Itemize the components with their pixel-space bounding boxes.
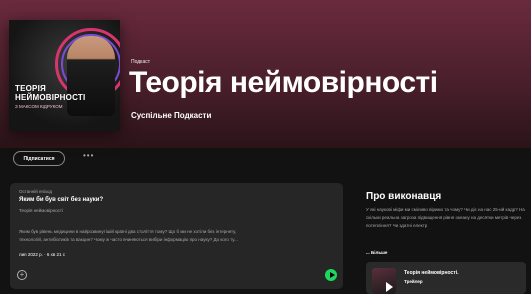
trailer-subtitle: Трейлер: [404, 279, 423, 284]
podcast-header: ТЕОРІЯ НЕЙМОВІРНОСТІ З МАКСОМ КІДРУКОМ П…: [0, 0, 531, 148]
content-kind-label: Подкаст: [131, 59, 151, 65]
publisher-link[interactable]: Суспільне Подкасти: [131, 111, 211, 120]
about-section-title: Про виконавця: [366, 191, 442, 202]
trailer-title: Теорія неймовірності.: [404, 270, 459, 276]
follow-button[interactable]: Підписатися: [13, 151, 65, 166]
action-bar: Підписатися •••: [0, 148, 531, 174]
more-options-button[interactable]: •••: [83, 151, 94, 160]
cover-subtitle: З МАКСОМ КІДРУКОМ: [15, 104, 63, 109]
latest-episode-card[interactable]: Останній епізод Яким би був світ без нау…: [10, 183, 343, 289]
episode-description-line1: Яким був рівень медицини в найрозвинутіш…: [19, 229, 237, 234]
episode-show-name[interactable]: Теорія неймовірності: [19, 208, 63, 213]
about-description: У які наукові міфи ми сміливо віримо та …: [366, 207, 525, 228]
episode-meta: лип 2022 р. · 6 хв 21 с: [19, 252, 65, 257]
page-title: Теорія неймовірності: [129, 66, 438, 99]
about-more-link[interactable]: ... Більше: [366, 250, 387, 255]
trailer-play-icon[interactable]: [386, 282, 393, 292]
play-icon[interactable]: [325, 269, 337, 281]
podcast-cover-image: ТЕОРІЯ НЕЙМОВІРНОСТІ З МАКСОМ КІДРУКОМ: [9, 20, 120, 131]
cover-title-line2: НЕЙМОВІРНОСТІ: [15, 93, 86, 102]
episode-kicker: Останній епізод: [19, 189, 52, 194]
episode-title[interactable]: Яким би був світ без науки?: [19, 197, 103, 203]
trailer-thumbnail: [372, 268, 396, 294]
cover-title-line1: ТЕОРІЯ: [15, 84, 46, 93]
trailer-card[interactable]: Теорія неймовірності. Трейлер: [366, 262, 526, 294]
cover-host-figure: [67, 36, 115, 116]
add-plus-icon[interactable]: +: [17, 270, 27, 280]
cover-title: ТЕОРІЯ НЕЙМОВІРНОСТІ: [15, 84, 85, 102]
episode-description-line2: технологій, антибіотиків та вакцин? Чому…: [19, 237, 238, 242]
